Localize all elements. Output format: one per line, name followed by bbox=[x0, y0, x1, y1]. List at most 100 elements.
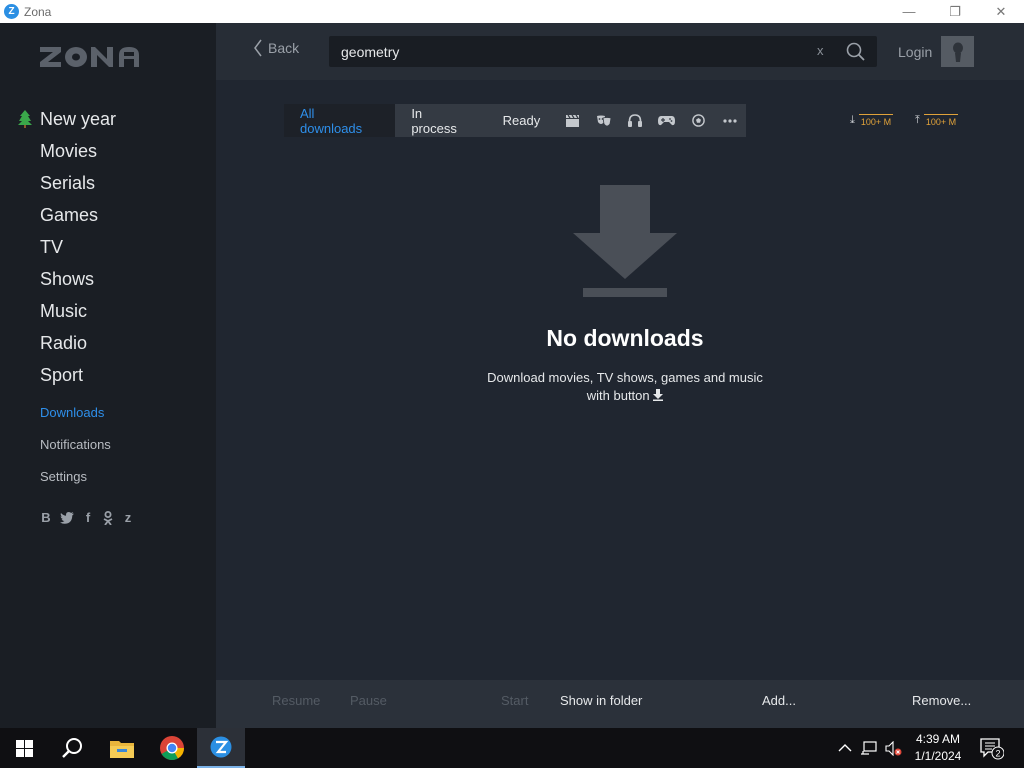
sidebar-item-radio[interactable]: Radio bbox=[0, 327, 216, 359]
sidebar-item-games[interactable]: Games bbox=[0, 199, 216, 231]
sidebar-item-label: Settings bbox=[40, 468, 87, 484]
chevron-up-icon[interactable] bbox=[838, 743, 852, 753]
back-button[interactable]: Back bbox=[254, 39, 299, 57]
download-small-icon bbox=[653, 389, 664, 401]
start-button[interactable]: Start bbox=[501, 693, 528, 708]
clock-date: 1/1/2024 bbox=[914, 749, 962, 763]
main-nav: New year Movies Serials Games TV Shows M… bbox=[0, 103, 216, 391]
download-large-icon bbox=[573, 185, 677, 297]
file-explorer-button[interactable] bbox=[98, 728, 146, 768]
zona-taskbar-button[interactable] bbox=[197, 728, 245, 768]
soccer-ball-icon bbox=[692, 114, 705, 127]
add-button[interactable]: Add... bbox=[762, 693, 796, 708]
sidebar-item-serials[interactable]: Serials bbox=[0, 167, 216, 199]
folder-icon bbox=[110, 740, 134, 758]
search-box: x bbox=[329, 36, 877, 67]
twitter-icon[interactable] bbox=[60, 511, 74, 524]
filter-games-button[interactable] bbox=[651, 104, 683, 137]
filter-sport-button[interactable] bbox=[683, 104, 715, 137]
sidebar-item-label: TV bbox=[40, 236, 64, 257]
avatar[interactable] bbox=[941, 36, 974, 67]
maximize-button[interactable]: ❐ bbox=[932, 0, 978, 23]
upload-speed-value: 100+ M bbox=[923, 114, 959, 127]
sidebar-item-label: Notifications bbox=[40, 436, 111, 452]
back-label: Back bbox=[268, 40, 300, 56]
sidebar-item-label: Sport bbox=[40, 364, 84, 385]
vk-icon[interactable]: B bbox=[39, 510, 53, 525]
user-icon bbox=[952, 42, 963, 62]
network-icon[interactable] bbox=[860, 740, 877, 756]
odnoklassniki-icon[interactable] bbox=[102, 510, 114, 525]
zona-logo[interactable] bbox=[39, 45, 141, 74]
tab-in-process[interactable]: In process bbox=[395, 104, 486, 137]
action-bar: Resume Pause Start Show in folder Add...… bbox=[216, 680, 1024, 728]
search-icon[interactable] bbox=[846, 42, 865, 61]
sidebar-item-downloads[interactable]: Downloads bbox=[0, 396, 216, 428]
remove-button[interactable]: Remove... bbox=[912, 693, 971, 708]
filter-music-button[interactable] bbox=[619, 104, 651, 137]
zona-app-icon bbox=[210, 736, 232, 758]
secondary-nav: Downloads Notifications Settings bbox=[0, 396, 216, 492]
action-center-button[interactable]: 2 bbox=[980, 738, 1005, 765]
search-input[interactable] bbox=[341, 36, 801, 67]
download-speed: ⤓ 100+ M bbox=[850, 114, 894, 127]
header: Back x Login bbox=[216, 23, 1024, 80]
gamepad-icon bbox=[658, 116, 676, 126]
sidebar-item-label: Music bbox=[40, 300, 88, 321]
empty-state-line1: Download movies, TV shows, games and mus… bbox=[487, 370, 763, 385]
chevron-left-icon bbox=[254, 39, 262, 57]
download-speed-value: 100+ M bbox=[858, 114, 894, 127]
sidebar-item-label: Serials bbox=[40, 172, 96, 193]
taskbar: 4:39 AM 1/1/2024 2 bbox=[0, 728, 1024, 768]
upload-speed: ⤒ 100+ M bbox=[915, 114, 959, 127]
zona-logo-icon bbox=[40, 47, 139, 67]
sidebar: New year Movies Serials Games TV Shows M… bbox=[0, 23, 216, 728]
tab-ready[interactable]: Ready bbox=[487, 104, 557, 137]
taskbar-search-button[interactable] bbox=[48, 728, 96, 768]
search-icon bbox=[62, 738, 82, 758]
clapper-icon bbox=[565, 114, 579, 127]
sidebar-item-new-year[interactable]: New year bbox=[0, 103, 216, 135]
sidebar-item-label: New year bbox=[40, 108, 117, 129]
zona-small-icon[interactable]: z bbox=[121, 510, 135, 525]
empty-state-title: No downloads bbox=[546, 325, 704, 351]
sidebar-item-movies[interactable]: Movies bbox=[0, 135, 216, 167]
social-links: B f z bbox=[39, 510, 135, 525]
sidebar-item-tv[interactable]: TV bbox=[0, 231, 216, 263]
sidebar-item-shows[interactable]: Shows bbox=[0, 263, 216, 295]
clock-time: 4:39 AM bbox=[915, 732, 961, 746]
pause-button[interactable]: Pause bbox=[350, 693, 387, 708]
notification-count: 2 bbox=[995, 749, 1000, 759]
sidebar-item-notifications[interactable]: Notifications bbox=[0, 428, 216, 460]
chrome-button[interactable] bbox=[148, 728, 196, 768]
sidebar-item-label: Radio bbox=[40, 332, 88, 353]
resume-button[interactable]: Resume bbox=[272, 693, 320, 708]
start-menu-button[interactable] bbox=[0, 728, 48, 768]
show-in-folder-button[interactable]: Show in folder bbox=[560, 693, 642, 708]
sidebar-item-label: Downloads bbox=[40, 404, 105, 420]
notification-icon: 2 bbox=[980, 738, 1005, 760]
empty-state-description: Download movies, TV shows, games and mus… bbox=[455, 369, 795, 405]
sidebar-item-label: Shows bbox=[40, 268, 95, 289]
filter-shows-button[interactable] bbox=[588, 104, 620, 137]
volume-muted-icon[interactable] bbox=[885, 740, 902, 756]
more-filters-button[interactable] bbox=[714, 104, 746, 137]
login-button[interactable]: Login bbox=[898, 44, 932, 60]
clear-search-button[interactable]: x bbox=[817, 43, 824, 58]
window-titlebar: Z Zona — ❐ ✕ bbox=[0, 0, 1024, 23]
close-button[interactable]: ✕ bbox=[978, 0, 1024, 23]
facebook-icon[interactable]: f bbox=[81, 510, 95, 525]
sidebar-item-sport[interactable]: Sport bbox=[0, 359, 216, 391]
tree-icon bbox=[18, 110, 32, 128]
taskbar-clock[interactable]: 4:39 AM 1/1/2024 bbox=[906, 731, 970, 765]
sidebar-item-label: Movies bbox=[40, 140, 98, 161]
chrome-icon bbox=[160, 736, 184, 761]
filter-movies-button[interactable] bbox=[556, 104, 588, 137]
minimize-button[interactable]: — bbox=[886, 0, 932, 23]
download-filters: All downloads In process Ready bbox=[284, 104, 746, 137]
sidebar-item-settings[interactable]: Settings bbox=[0, 460, 216, 492]
sidebar-item-music[interactable]: Music bbox=[0, 295, 216, 327]
system-tray bbox=[838, 728, 902, 768]
upload-arrow-icon: ⤒ bbox=[915, 114, 920, 126]
tab-all-downloads[interactable]: All downloads bbox=[284, 104, 396, 137]
